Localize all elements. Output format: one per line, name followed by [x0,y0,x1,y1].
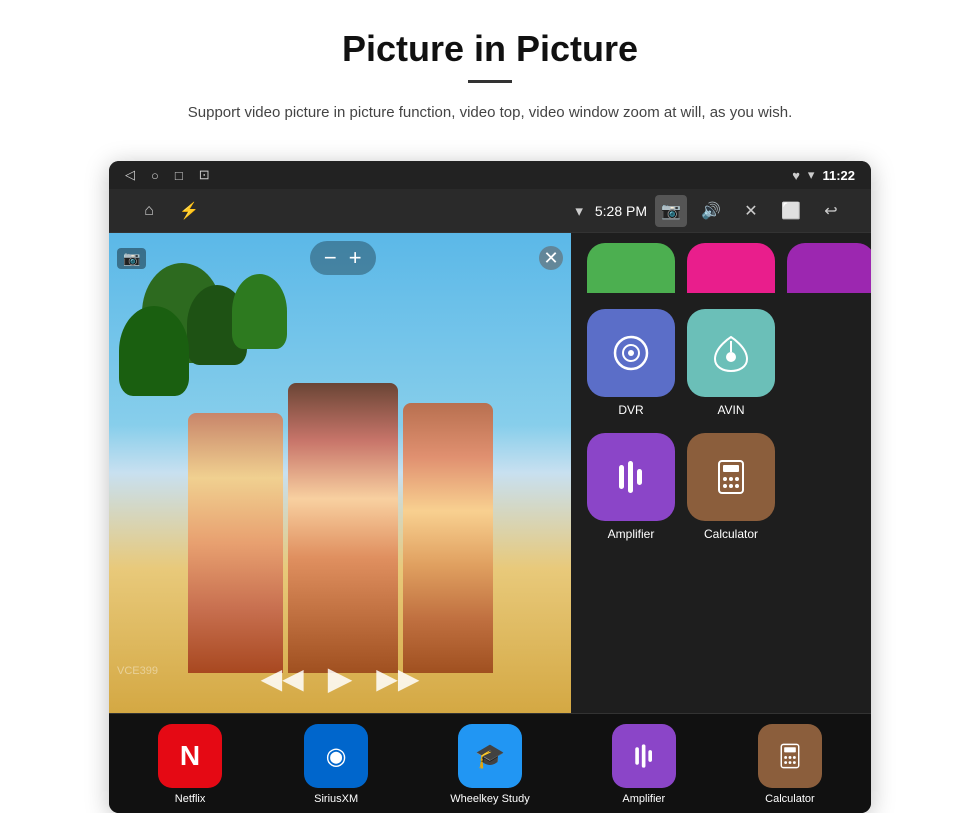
bottom-app-netflix[interactable]: N Netflix [158,724,222,805]
recents-nav-icon[interactable]: □ [175,168,183,183]
pip-zoom-in[interactable]: + [349,245,362,271]
nav-left: ⌂ ⚡ [133,195,205,227]
amplifier-label: Amplifier [608,527,655,541]
pip-top-controls: 📷 − + ✕ [117,241,563,275]
nav-bar: ⌂ ⚡ ▾ 5:28 PM 📷 🔊 ✕ ⬜ ↩ [109,189,871,233]
page-subtitle: Support video picture in picture functio… [140,101,840,125]
home-button[interactable]: ⌂ [133,195,165,227]
partial-icon-pink[interactable] [687,243,775,293]
wifi-status-icon: ▾ [808,167,815,183]
pip-container[interactable]: 📷 − + ✕ ◀◀ ▶ ▶▶ VCE399 [109,233,571,713]
device-frame: ◁ ○ □ ⊡ ♥ ▾ 11:22 ⌂ ⚡ ▾ 5:28 PM 📷 🔊 ✕ ⬜ … [109,161,871,813]
bottom-app-calculator[interactable]: Calculator [758,724,822,805]
siriusxm-label: SiriusXM [314,793,358,805]
siriusxm-symbol: ◉ [326,742,347,771]
dvr-label: DVR [618,403,643,417]
bottom-app-amplifier[interactable]: Amplifier [612,724,676,805]
pip-camera-icon: 📷 [117,248,146,269]
pip-play-button[interactable]: ▶ [328,659,353,697]
status-time: 11:22 [822,168,855,183]
app-amplifier[interactable]: Amplifier [587,433,675,541]
pip-prev-button[interactable]: ◀◀ [261,662,304,695]
watermark: VCE399 [117,665,158,677]
netflix-letter: N [180,740,200,772]
back-button[interactable]: ↩ [815,195,847,227]
pip-close-button[interactable]: ✕ [539,246,563,270]
girl-3 [403,403,493,673]
main-area: 📷 − + ✕ ◀◀ ▶ ▶▶ VCE399 [109,233,871,713]
pip-zoom-out[interactable]: − [324,245,337,271]
close-button[interactable]: ✕ [735,195,767,227]
app-row-1: DVR AVIN [587,309,871,417]
wheelkey-icon[interactable]: 🎓 [458,724,522,788]
calculator-icon[interactable] [687,433,775,521]
dvr-icon[interactable] [587,309,675,397]
screenshot-icon[interactable]: ⊡ [199,167,210,183]
location-icon: ♥ [792,168,800,183]
app-grid: DVR AVIN [571,233,871,713]
app-avin[interactable]: AVIN [687,309,775,417]
nav-right: ▾ 5:28 PM 📷 🔊 ✕ ⬜ ↩ [571,195,847,227]
bottom-amplifier-icon[interactable] [612,724,676,788]
bottom-calculator-icon[interactable] [758,724,822,788]
siriusxm-icon[interactable]: ◉ [304,724,368,788]
bottom-amplifier-label: Amplifier [622,793,665,805]
status-left: ◁ ○ □ ⊡ [125,167,210,183]
pip-next-button[interactable]: ▶▶ [376,662,419,695]
page-header: Picture in Picture Support video picture… [0,0,980,141]
app-calculator[interactable]: Calculator [687,433,775,541]
pip-button[interactable]: ⬜ [775,195,807,227]
netflix-label: Netflix [175,793,206,805]
wheelkey-symbol: 🎓 [475,742,505,771]
usb-icon: ⚡ [173,195,205,227]
page-title: Picture in Picture [60,28,920,70]
wheelkey-label: Wheelkey Study [450,793,529,805]
calculator-label: Calculator [704,527,758,541]
app-row-2: Amplifier [587,433,871,541]
volume-button[interactable]: 🔊 [695,195,727,227]
pip-video: 📷 − + ✕ ◀◀ ▶ ▶▶ VCE399 [109,233,571,713]
bottom-app-wheelkey[interactable]: 🎓 Wheelkey Study [450,724,529,805]
bottom-calculator-label: Calculator [765,793,815,805]
pip-playback-controls[interactable]: ◀◀ ▶ ▶▶ [261,659,420,697]
avin-label: AVIN [717,403,744,417]
partial-app-row [587,243,871,293]
pip-zoom-controls[interactable]: − + [310,241,376,275]
bottom-app-siriusxm[interactable]: ◉ SiriusXM [304,724,368,805]
app-dvr[interactable]: DVR [587,309,675,417]
wifi-nav-icon: ▾ [571,198,587,224]
home-nav-icon[interactable]: ○ [151,168,159,183]
camera-button[interactable]: 📷 [655,195,687,227]
nav-time: 5:28 PM [595,203,647,219]
partial-icon-purple[interactable] [787,243,871,293]
status-bar: ◁ ○ □ ⊡ ♥ ▾ 11:22 [109,161,871,189]
girl-2 [288,383,398,673]
avin-icon[interactable] [687,309,775,397]
netflix-icon[interactable]: N [158,724,222,788]
back-nav-icon[interactable]: ◁ [125,167,135,183]
status-right: ♥ ▾ 11:22 [792,167,855,183]
girl-1 [188,413,283,673]
people-silhouettes [139,393,541,673]
bottom-row: N Netflix ◉ SiriusXM 🎓 Wheelkey Study [109,713,871,813]
amplifier-icon[interactable] [587,433,675,521]
partial-icon-green[interactable] [587,243,675,293]
title-divider [468,80,512,83]
